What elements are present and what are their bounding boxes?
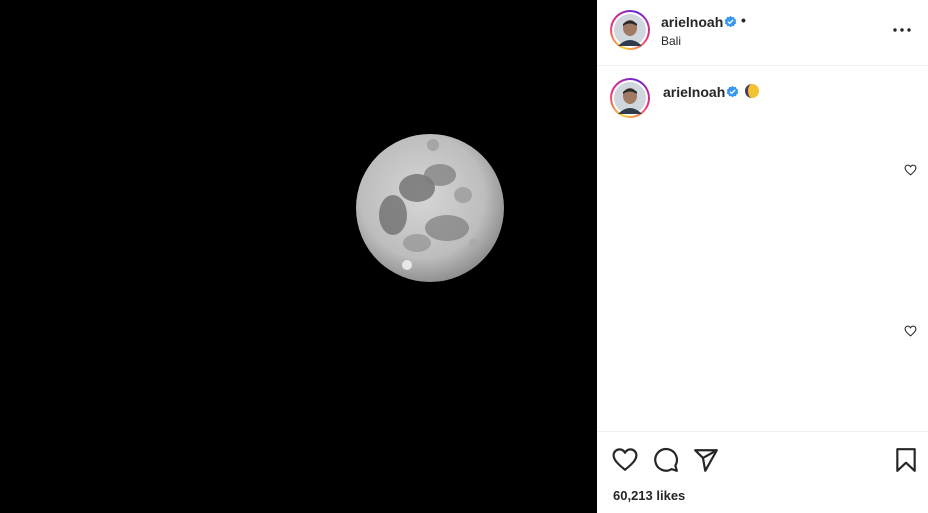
- avatar[interactable]: [610, 10, 650, 50]
- moon-image: [356, 134, 504, 282]
- caption-avatar[interactable]: [610, 78, 650, 118]
- like-count[interactable]: 60,213 likes: [613, 488, 685, 503]
- post-actions: 60,213 likes: [597, 431, 928, 513]
- bookmark-icon[interactable]: [893, 447, 919, 473]
- heart-icon[interactable]: [612, 447, 638, 473]
- comment-icon[interactable]: [653, 447, 679, 473]
- post-header: arielnoah • Bali: [597, 0, 928, 66]
- profile-photo: [614, 82, 646, 114]
- more-options-icon[interactable]: [892, 26, 912, 34]
- moon-emoji-icon: [745, 84, 759, 98]
- caption-username[interactable]: arielnoah: [663, 84, 725, 100]
- header-separator: •: [741, 12, 746, 28]
- comment-like-heart-icon[interactable]: [904, 325, 917, 337]
- post-media[interactable]: [0, 0, 597, 513]
- share-icon[interactable]: [693, 447, 719, 473]
- verified-badge-icon: [726, 85, 739, 98]
- comment-like-heart-icon[interactable]: [904, 164, 917, 176]
- post-username[interactable]: arielnoah: [661, 14, 723, 30]
- profile-photo: [614, 14, 646, 46]
- post-side-panel: arielnoah • Bali arielnoah 60,213 likes: [597, 0, 928, 513]
- post-location[interactable]: Bali: [661, 34, 681, 48]
- verified-badge-icon: [724, 15, 737, 28]
